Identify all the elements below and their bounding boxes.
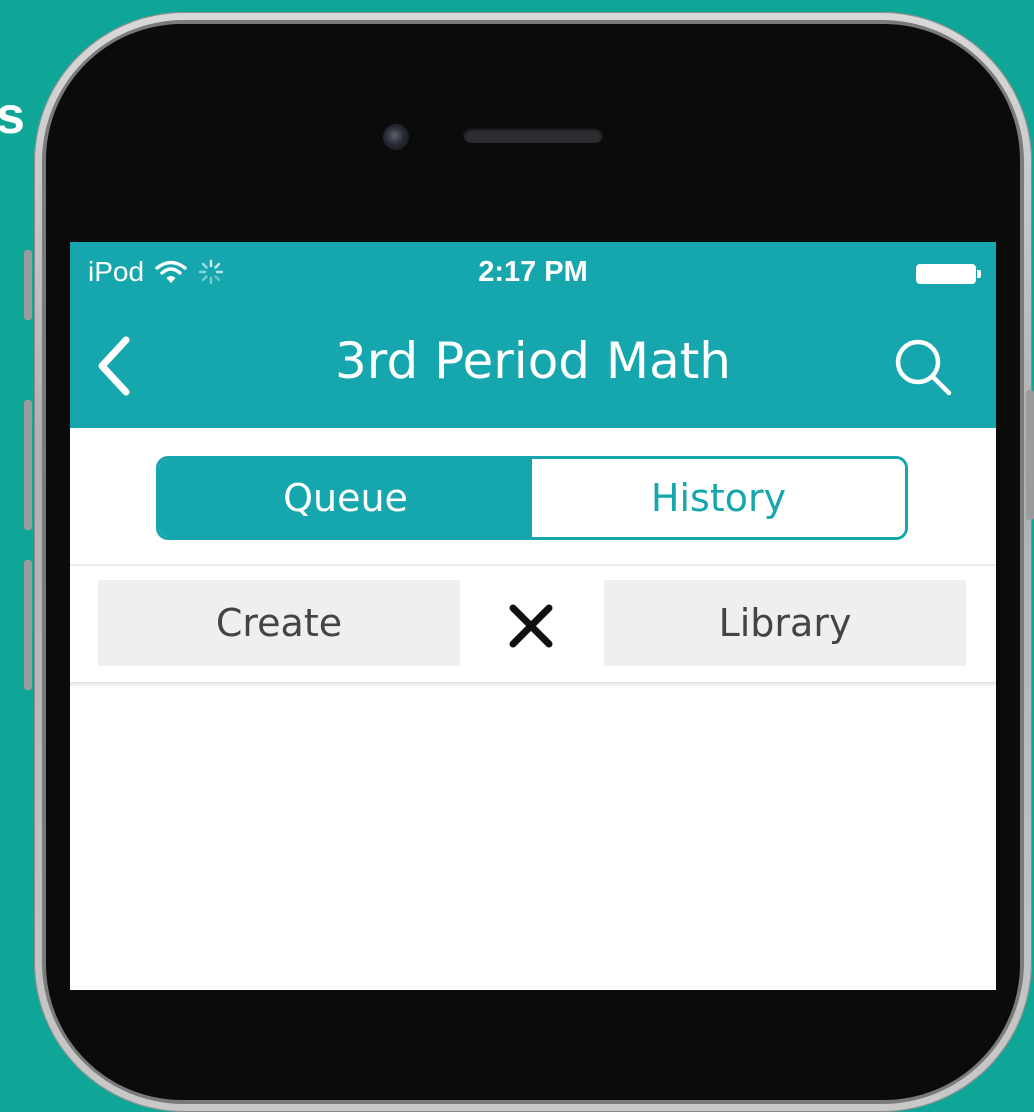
create-button[interactable]: Create bbox=[98, 580, 460, 666]
nav-bar: 3rd Period Math bbox=[70, 304, 996, 428]
library-button[interactable]: Library bbox=[604, 580, 966, 666]
segment-queue[interactable]: Queue bbox=[159, 459, 532, 537]
phone-mute-switch bbox=[24, 250, 32, 320]
earpiece-speaker bbox=[463, 127, 603, 143]
content-area bbox=[70, 686, 996, 990]
phone-screen: iPod 2:17 PM 3rd Period Math Queue Histo… bbox=[70, 242, 996, 990]
segment-history[interactable]: History bbox=[532, 459, 905, 537]
segmented-control: Queue History bbox=[156, 456, 908, 540]
status-time: 2:17 PM bbox=[478, 256, 588, 288]
battery-icon bbox=[916, 264, 981, 284]
status-bar: iPod 2:17 PM bbox=[70, 242, 996, 304]
background-text: s bbox=[0, 87, 26, 145]
search-icon bbox=[895, 339, 952, 396]
action-row: Create Library bbox=[70, 566, 996, 682]
phone-volume-down-button bbox=[24, 560, 32, 690]
page-title: 3rd Period Math bbox=[335, 332, 731, 390]
close-button[interactable] bbox=[507, 602, 555, 650]
phone-volume-up-button bbox=[24, 400, 32, 530]
phone-power-button bbox=[1026, 390, 1034, 520]
search-button[interactable] bbox=[892, 336, 956, 400]
front-camera bbox=[383, 124, 409, 150]
close-icon bbox=[509, 604, 553, 648]
